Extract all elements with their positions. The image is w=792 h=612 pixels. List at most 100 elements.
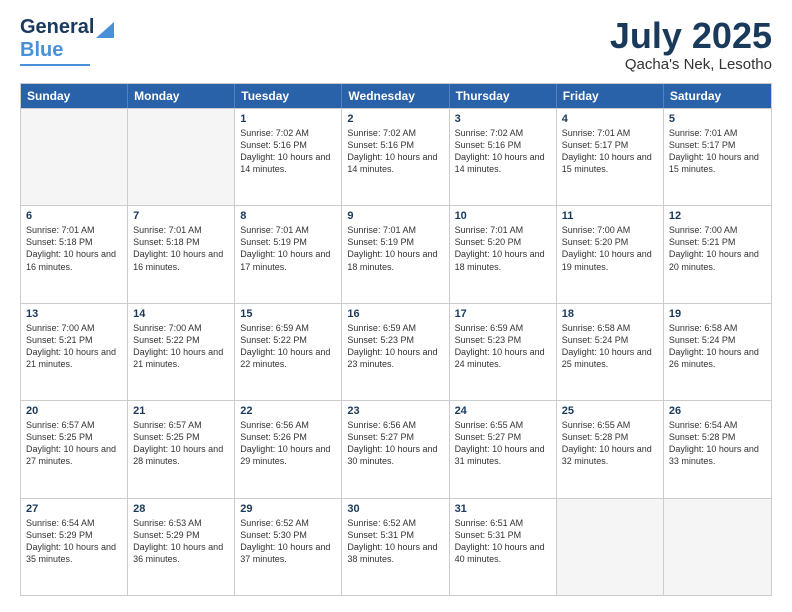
cell-info: Sunrise: 7:01 AMSunset: 5:18 PMDaylight:… [26,224,122,273]
cell-info: Sunrise: 6:56 AMSunset: 5:26 PMDaylight:… [240,419,336,468]
cell-day-number: 8 [240,210,336,222]
calendar-cell: 30Sunrise: 6:52 AMSunset: 5:31 PMDayligh… [342,499,449,595]
header-day-monday: Monday [128,84,235,108]
cell-info: Sunrise: 6:55 AMSunset: 5:27 PMDaylight:… [455,419,551,468]
calendar-cell: 6Sunrise: 7:01 AMSunset: 5:18 PMDaylight… [21,206,128,302]
calendar-cell: 24Sunrise: 6:55 AMSunset: 5:27 PMDayligh… [450,401,557,497]
calendar-cell: 14Sunrise: 7:00 AMSunset: 5:22 PMDayligh… [128,304,235,400]
cell-day-number: 12 [669,210,766,222]
calendar-cell: 11 Sunrise: 7:00 AMSunset: 5:20 PMDayligh… [557,206,664,302]
cell-info: Sunrise: 6:55 AMSunset: 5:28 PMDaylight:… [562,419,658,468]
logo-arrow-icon [96,18,114,38]
logo-text-general: General [20,16,94,39]
page: General Blue July 2025 Qacha's Nek, Leso… [0,0,792,612]
calendar-cell: 26 Sunrise: 6:54 AMSunset: 5:28 PMDayligh… [664,401,771,497]
header-day-sunday: Sunday [21,84,128,108]
cell-info: Sunrise: 6:59 AMSunset: 5:22 PMDaylight:… [240,322,336,371]
cell-day-number: 2 [347,113,443,125]
cell-day-number: 18 [562,308,658,320]
calendar-cell: 28Sunrise: 6:53 AMSunset: 5:29 PMDayligh… [128,499,235,595]
cell-info: Sunrise: 6:54 AMSunset: 5:29 PMDaylight:… [26,517,122,566]
cell-day-number: 22 [240,405,336,417]
cell-day-number: 19 [669,308,766,320]
cell-day-number: 23 [347,405,443,417]
calendar-week-5: 27 Sunrise: 6:54 AMSunset: 5:29 PMDayligh… [21,498,771,595]
calendar-cell [128,109,235,205]
calendar-cell: 18 Sunrise: 6:58 AMSunset: 5:24 PMDayligh… [557,304,664,400]
cell-info: Sunrise: 6:52 AMSunset: 5:30 PMDaylight:… [240,517,336,566]
cell-info: Sunrise: 6:58 AMSunset: 5:24 PMDaylight:… [562,322,658,371]
calendar-cell: 4 Sunrise: 7:01 AMSunset: 5:17 PMDaylight… [557,109,664,205]
cell-day-number: 4 [562,113,658,125]
cell-info: Sunrise: 7:00 AMSunset: 5:21 PMDaylight:… [26,322,122,371]
cell-info: Sunrise: 6:56 AMSunset: 5:27 PMDaylight:… [347,419,443,468]
cell-day-number: 25 [562,405,658,417]
calendar-cell: 31 Sunrise: 6:51 AMSunset: 5:31 PMDayligh… [450,499,557,595]
calendar-cell: 17Sunrise: 6:59 AMSunset: 5:23 PMDayligh… [450,304,557,400]
header-day-saturday: Saturday [664,84,771,108]
cell-day-number: 29 [240,503,336,515]
cell-day-number: 14 [133,308,229,320]
calendar-week-3: 13Sunrise: 7:00 AMSunset: 5:21 PMDayligh… [21,303,771,400]
calendar-cell: 2 Sunrise: 7:02 AMSunset: 5:16 PMDaylight… [342,109,449,205]
cell-info: Sunrise: 6:52 AMSunset: 5:31 PMDaylight:… [347,517,443,566]
calendar-cell: 3 Sunrise: 7:02 AMSunset: 5:16 PMDaylight… [450,109,557,205]
cell-info: Sunrise: 6:51 AMSunset: 5:31 PMDaylight:… [455,517,551,566]
cell-day-number: 26 [669,405,766,417]
calendar-cell: 12 Sunrise: 7:00 AMSunset: 5:21 PMDayligh… [664,206,771,302]
cell-info: Sunrise: 7:02 AMSunset: 5:16 PMDaylight:… [240,127,336,176]
cell-day-number: 16 [347,308,443,320]
calendar-cell: 19 Sunrise: 6:58 AMSunset: 5:24 PMDayligh… [664,304,771,400]
cell-day-number: 15 [240,308,336,320]
calendar-cell: 16Sunrise: 6:59 AMSunset: 5:23 PMDayligh… [342,304,449,400]
calendar-cell [557,499,664,595]
calendar-body: 1 Sunrise: 7:02 AMSunset: 5:16 PMDaylight… [21,108,771,595]
cell-info: Sunrise: 7:01 AMSunset: 5:17 PMDaylight:… [669,127,766,176]
cell-info: Sunrise: 7:01 AMSunset: 5:18 PMDaylight:… [133,224,229,273]
cell-info: Sunrise: 7:02 AMSunset: 5:16 PMDaylight:… [455,127,551,176]
cell-info: Sunrise: 7:00 AMSunset: 5:20 PMDaylight:… [562,224,658,273]
calendar-cell: 21 Sunrise: 6:57 AMSunset: 5:25 PMDayligh… [128,401,235,497]
calendar-cell: 25 Sunrise: 6:55 AMSunset: 5:28 PMDayligh… [557,401,664,497]
calendar-cell [664,499,771,595]
calendar-cell: 27 Sunrise: 6:54 AMSunset: 5:29 PMDayligh… [21,499,128,595]
cell-day-number: 1 [240,113,336,125]
logo: General Blue [20,16,114,66]
cell-info: Sunrise: 6:59 AMSunset: 5:23 PMDaylight:… [455,322,551,371]
calendar-cell: 20 Sunrise: 6:57 AMSunset: 5:25 PMDayligh… [21,401,128,497]
calendar: SundayMondayTuesdayWednesdayThursdayFrid… [20,83,772,596]
calendar-cell: 29 Sunrise: 6:52 AMSunset: 5:30 PMDayligh… [235,499,342,595]
cell-day-number: 3 [455,113,551,125]
calendar-cell: 1 Sunrise: 7:02 AMSunset: 5:16 PMDaylight… [235,109,342,205]
cell-info: Sunrise: 7:02 AMSunset: 5:16 PMDaylight:… [347,127,443,176]
cell-info: Sunrise: 7:00 AMSunset: 5:21 PMDaylight:… [669,224,766,273]
cell-day-number: 20 [26,405,122,417]
calendar-week-1: 1 Sunrise: 7:02 AMSunset: 5:16 PMDaylight… [21,108,771,205]
header-day-tuesday: Tuesday [235,84,342,108]
cell-info: Sunrise: 6:58 AMSunset: 5:24 PMDaylight:… [669,322,766,371]
calendar-week-4: 20 Sunrise: 6:57 AMSunset: 5:25 PMDayligh… [21,400,771,497]
calendar-cell: 15 Sunrise: 6:59 AMSunset: 5:22 PMDayligh… [235,304,342,400]
cell-info: Sunrise: 6:57 AMSunset: 5:25 PMDaylight:… [26,419,122,468]
cell-day-number: 7 [133,210,229,222]
cell-day-number: 31 [455,503,551,515]
title-block: July 2025 Qacha's Nek, Lesotho [610,16,772,73]
calendar-cell: 8Sunrise: 7:01 AMSunset: 5:19 PMDaylight… [235,206,342,302]
calendar-header: SundayMondayTuesdayWednesdayThursdayFrid… [21,84,771,108]
calendar-subtitle: Qacha's Nek, Lesotho [610,56,772,73]
cell-info: Sunrise: 6:57 AMSunset: 5:25 PMDaylight:… [133,419,229,468]
header-day-wednesday: Wednesday [342,84,449,108]
cell-info: Sunrise: 6:54 AMSunset: 5:28 PMDaylight:… [669,419,766,468]
cell-day-number: 10 [455,210,551,222]
logo-underline [20,64,90,66]
calendar-cell: 10 Sunrise: 7:01 AMSunset: 5:20 PMDayligh… [450,206,557,302]
cell-info: Sunrise: 7:01 AMSunset: 5:17 PMDaylight:… [562,127,658,176]
cell-day-number: 11 [562,210,658,222]
cell-day-number: 27 [26,503,122,515]
calendar-title: July 2025 [610,16,772,56]
cell-day-number: 21 [133,405,229,417]
cell-info: Sunrise: 7:01 AMSunset: 5:19 PMDaylight:… [347,224,443,273]
calendar-cell: 7 Sunrise: 7:01 AMSunset: 5:18 PMDaylight… [128,206,235,302]
cell-info: Sunrise: 7:01 AMSunset: 5:20 PMDaylight:… [455,224,551,273]
calendar-cell: 5Sunrise: 7:01 AMSunset: 5:17 PMDaylight… [664,109,771,205]
